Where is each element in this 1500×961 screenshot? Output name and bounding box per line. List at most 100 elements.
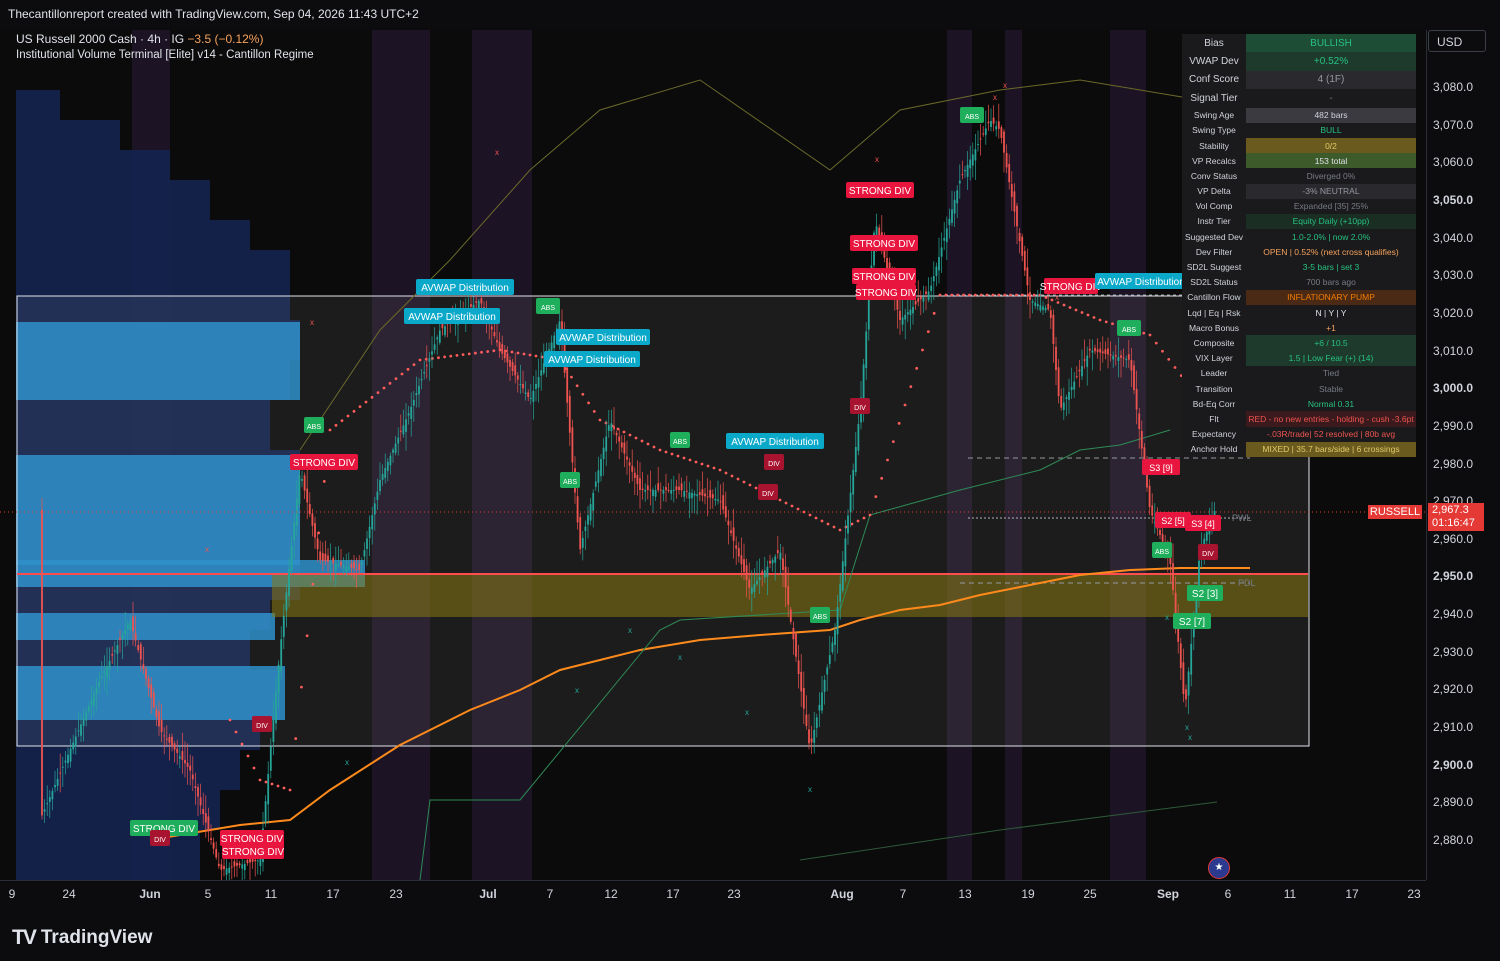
price-axis[interactable]: 3,080.0 3,070.0 3,060.0 3,050.0 3,040.0 3,030… bbox=[1426, 30, 1500, 880]
info-value: 4 (1F) bbox=[1246, 70, 1416, 90]
candle-body bbox=[1000, 127, 1003, 138]
candle-body bbox=[740, 555, 743, 565]
trail-dot bbox=[1092, 316, 1096, 319]
time-axis[interactable]: 9 24 Jun 5 11 17 23 Jul 7 12 17 23 Aug 7 13 19 25 Sep 6 11 1… bbox=[0, 880, 1426, 907]
candle-body bbox=[267, 773, 270, 805]
info-value: 1.5 | Low Fear (+) (14) bbox=[1246, 350, 1416, 366]
candle-body bbox=[540, 370, 543, 376]
trail-dot bbox=[1050, 298, 1054, 302]
trail-dot bbox=[388, 381, 392, 385]
info-row: VP Delta -3% NEUTRAL bbox=[1182, 183, 1416, 199]
candle-body bbox=[914, 301, 917, 305]
candle-body bbox=[727, 520, 730, 526]
candle-body bbox=[111, 654, 114, 656]
trail-dot bbox=[968, 293, 971, 297]
candle-body bbox=[792, 628, 795, 640]
green-signal-tag: ABS bbox=[541, 305, 555, 312]
info-row: Vol Comp Expanded [35] 25% bbox=[1182, 198, 1416, 214]
x-marker: x bbox=[495, 148, 499, 157]
candle-body bbox=[61, 766, 64, 768]
trail-dot bbox=[646, 442, 650, 446]
trail-dot bbox=[820, 519, 824, 523]
candle-body bbox=[1042, 306, 1044, 310]
candle-body bbox=[1112, 355, 1115, 360]
candle-body bbox=[340, 561, 342, 566]
trail-dot bbox=[322, 480, 326, 483]
info-row: Instr Tier Equity Daily (+10pp) bbox=[1182, 213, 1416, 230]
candle-body bbox=[1062, 402, 1065, 410]
candle-body bbox=[823, 679, 826, 692]
trail-dot bbox=[790, 504, 794, 508]
info-value: +6 / 10.5 bbox=[1246, 335, 1416, 351]
symbol-legend[interactable]: US Russell 2000 Cash · 4h · IG −3.5 (−0.… bbox=[16, 32, 263, 46]
small-signal-tag: DIV bbox=[1202, 551, 1214, 558]
candle-body bbox=[553, 335, 556, 349]
candle-body bbox=[587, 515, 589, 525]
candle-body bbox=[782, 558, 784, 570]
us-flag-event-icon[interactable]: ★ bbox=[1208, 857, 1230, 879]
candle-body bbox=[633, 472, 636, 478]
candle-body bbox=[600, 459, 602, 477]
symbol-name[interactable]: US Russell 2000 Cash · 4h · IG bbox=[16, 32, 184, 46]
candle-body bbox=[722, 495, 725, 510]
trail-dot bbox=[581, 392, 585, 396]
candle-body bbox=[399, 430, 402, 432]
candle-body bbox=[347, 567, 350, 570]
candle-body bbox=[1101, 351, 1104, 354]
last-price-value: 2,967.3 bbox=[1432, 504, 1469, 516]
candle-body bbox=[1068, 392, 1070, 400]
info-key: Swing Age bbox=[1182, 107, 1246, 123]
info-value: BULL bbox=[1246, 122, 1416, 138]
candle-body bbox=[394, 443, 397, 453]
trail-dot bbox=[814, 516, 818, 520]
info-key: VP Delta bbox=[1182, 183, 1246, 199]
trail-dot bbox=[258, 778, 262, 782]
candle-body bbox=[1065, 397, 1068, 400]
candle-body bbox=[191, 774, 194, 780]
candle-body bbox=[925, 291, 927, 294]
candle-body bbox=[995, 126, 998, 130]
currency-selector[interactable]: USD bbox=[1428, 30, 1486, 52]
candle-body bbox=[909, 309, 912, 316]
candle-body bbox=[620, 442, 623, 448]
volume-profile-bar bbox=[16, 750, 240, 790]
candle-body bbox=[865, 331, 868, 369]
tradingview-logo[interactable]: TV TradingView bbox=[12, 926, 152, 950]
candle-body bbox=[197, 787, 199, 797]
candle-body bbox=[1174, 592, 1177, 616]
candle-body bbox=[428, 358, 431, 362]
candle-body bbox=[51, 791, 54, 800]
trail-dot bbox=[622, 430, 626, 434]
candle-body bbox=[43, 809, 46, 812]
candle-body bbox=[758, 577, 761, 581]
trail-dot bbox=[1167, 357, 1171, 361]
trail-dot bbox=[891, 440, 895, 444]
candle-body bbox=[532, 390, 535, 402]
x-marker: x bbox=[345, 758, 349, 767]
trail-dot bbox=[886, 458, 889, 462]
trail-dot bbox=[1003, 293, 1007, 297]
trail-dot bbox=[276, 784, 280, 788]
trail-dot bbox=[376, 391, 380, 395]
candle-body bbox=[808, 729, 810, 744]
candle-body bbox=[1091, 350, 1094, 353]
candle-body bbox=[810, 738, 813, 743]
candle-body bbox=[165, 738, 168, 740]
price-tick-label: 3,040.0 bbox=[1433, 230, 1474, 245]
info-key: Bd-Eq Corr bbox=[1182, 396, 1246, 412]
candle-body bbox=[748, 579, 751, 588]
candle-body bbox=[402, 425, 405, 435]
candle-body bbox=[1055, 346, 1057, 370]
info-row: VWAP Dev +0.52% bbox=[1182, 52, 1416, 71]
candle-body bbox=[1135, 388, 1138, 410]
trail-dot bbox=[1148, 333, 1152, 337]
time-tick-label: 9 bbox=[8, 887, 16, 901]
red-signal-tag: STRONG DIV bbox=[1040, 282, 1103, 293]
candle-body bbox=[1094, 347, 1096, 352]
candle-body bbox=[1034, 302, 1037, 306]
candle-body bbox=[319, 551, 322, 561]
indicator-legend[interactable]: Institutional Volume Terminal [Elite] v1… bbox=[16, 49, 314, 61]
candle-body bbox=[163, 735, 166, 737]
candle-body bbox=[579, 517, 582, 550]
info-key: Cantillon Flow bbox=[1182, 289, 1246, 305]
